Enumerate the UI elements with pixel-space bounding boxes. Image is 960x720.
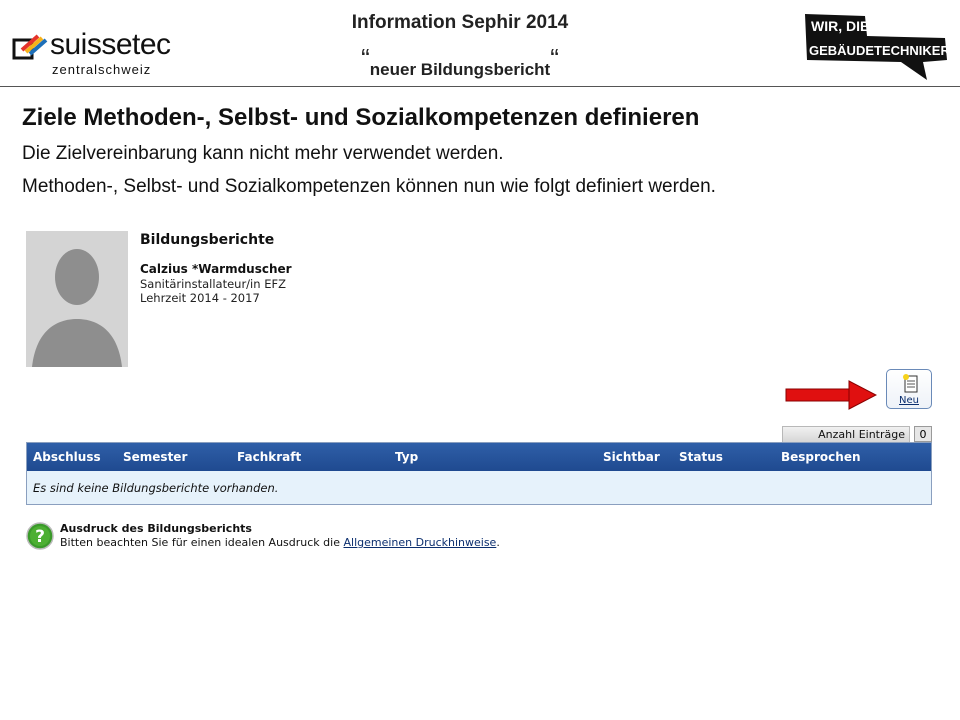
suissetec-logo: suissetec zentralschweiz [12,28,172,80]
print-info: Ausdruck des Bildungsberichts Bitten bea… [60,522,500,550]
new-report-button[interactable]: Neu [886,369,932,409]
column-header-status[interactable]: Status [679,443,723,471]
print-guidelines-link[interactable]: Allgemeinen Druckhinweise [343,536,496,549]
header-title: Information Sephir 2014 “neuer Bildungsb… [260,10,660,82]
print-info-title: Ausdruck des Bildungsberichts [60,522,252,535]
entry-count-value: 0 [914,426,932,442]
quote-close: “ [550,43,559,73]
print-info-text: Bitten beachten Sie für einen idealen Au… [60,536,500,550]
brand-subtitle: zentralschweiz [52,62,152,77]
apprentice-period: Lehrzeit 2014 - 2017 [140,291,260,305]
header-title-line1: Information Sephir 2014 [351,12,569,33]
new-document-icon [903,374,918,393]
brand-name: suissetec [50,28,171,61]
slide-heading: Ziele Methoden-, Selbst- und Sozialkompe… [22,104,700,131]
slide-text-line1: Die Zielvereinbarung kann nicht mehr ver… [22,143,504,164]
person-silhouette-icon [26,231,128,367]
slide-text-line2: Methoden-, Selbst- und Sozialkompetenzen… [22,176,716,197]
profile-photo-placeholder [26,231,128,367]
table-body: Es sind keine Bildungsberichte vorhanden… [27,471,931,504]
print-info-text-after: . [496,536,500,549]
section-title: Bildungsberichte [140,232,275,248]
header-divider [0,86,960,87]
print-info-text-before: Bitten beachten Sie für einen idealen Au… [60,536,344,549]
table-header: Abschluss Semester Fachkraft Typ Sichtba… [27,443,931,471]
apprentice-name: Calzius *Warmduscher [140,262,292,276]
header-subtitle: neuer Bildungsbericht [369,60,551,79]
quote-open: “ [361,43,370,73]
red-arrow-icon [785,380,877,410]
right-logo-line2: GEBÄUDETECHNIKER. [809,43,950,58]
suissetec-logo-mark-icon [12,34,48,60]
right-logo-line1: WIR, DIE [811,18,869,34]
profile-info: Bildungsberichte Calzius *Warmduscher Sa… [140,232,292,305]
column-header-typ[interactable]: Typ [395,443,418,471]
apprentice-profession: Sanitärinstallateur/in EFZ [140,277,286,291]
gebaeudetechniker-logo: WIR, DIE GEBÄUDETECHNIKER. [805,14,950,80]
column-header-besprochen[interactable]: Besprochen [781,443,861,471]
column-header-abschluss[interactable]: Abschluss [33,443,101,471]
new-button-label: Neu [899,395,919,406]
column-header-fachkraft[interactable]: Fachkraft [237,443,301,471]
svg-text:?: ? [35,527,45,547]
header-title-line2: “neuer Bildungsbericht“ [260,43,660,82]
entry-count-label: Anzahl Einträge [782,426,910,442]
empty-table-message: Es sind keine Bildungsberichte vorhanden… [33,481,279,495]
column-header-semester[interactable]: Semester [123,443,187,471]
column-header-sichtbar[interactable]: Sichtbar [603,443,660,471]
help-icon: ? [26,522,54,550]
reports-table: Abschluss Semester Fachkraft Typ Sichtba… [26,442,932,505]
